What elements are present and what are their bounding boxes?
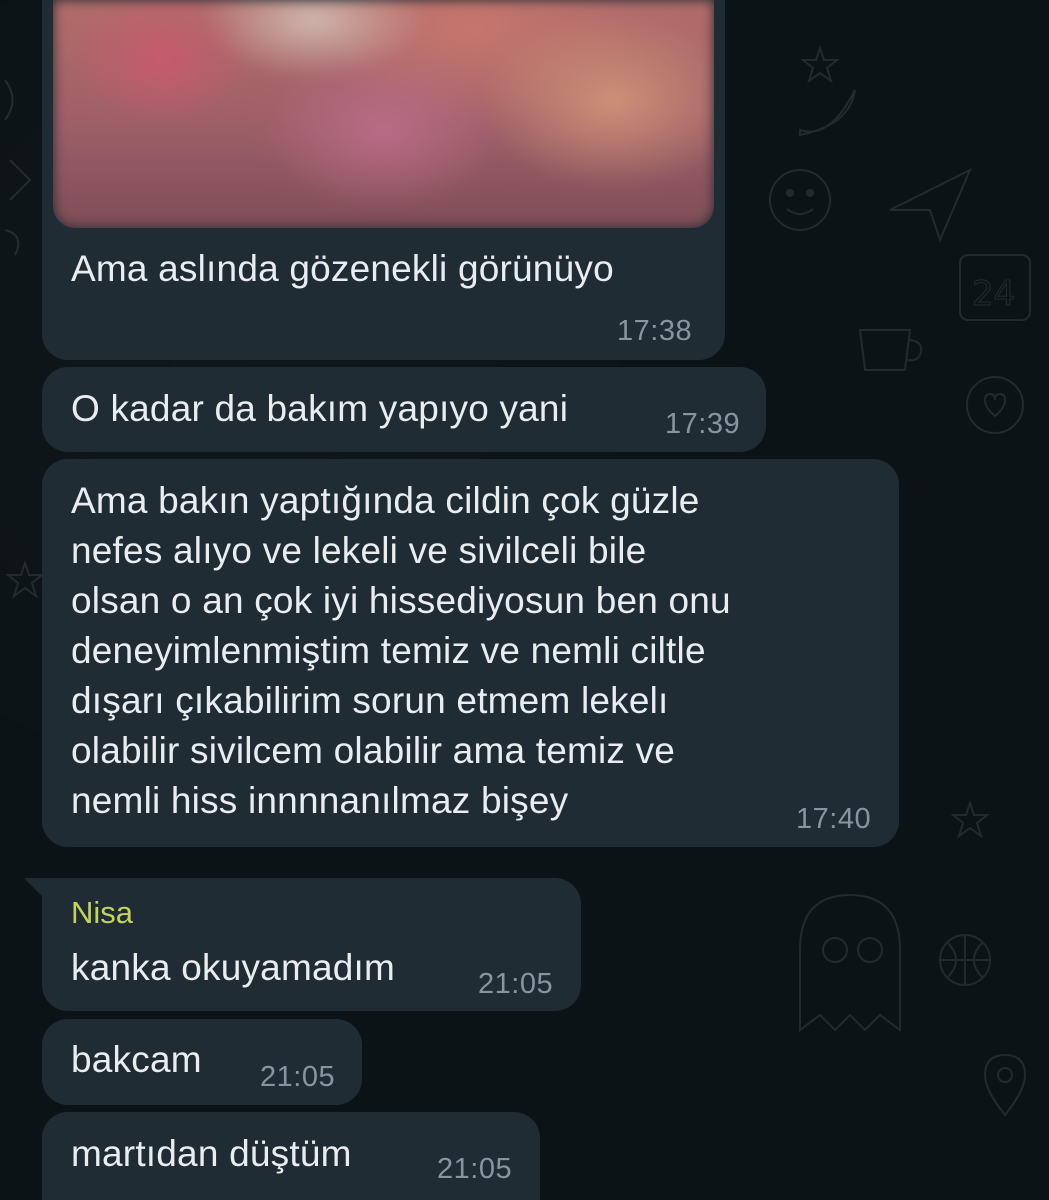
- svg-text:24: 24: [972, 274, 1015, 314]
- image-attachment[interactable]: [53, 0, 714, 228]
- doodle-pin-icon: [983, 1053, 1027, 1117]
- doodle-star-icon: [950, 800, 990, 839]
- message-text: Ama aslında gözenekli görünüyo: [71, 248, 614, 289]
- message-time: 17:38: [617, 315, 693, 347]
- doodle-heart-icon: [4, 79, 32, 256]
- message-time: 21:05: [478, 968, 554, 1000]
- message-time: 21:05: [260, 1061, 336, 1093]
- doodle-basketball-icon: [939, 934, 991, 986]
- doodle-heart-icon: [966, 376, 1024, 434]
- blurred-photo: [53, 0, 714, 228]
- message-text: Ama bakın yaptığında cildin çok güzle ne…: [71, 480, 731, 821]
- sender-name[interactable]: Nisa: [71, 895, 133, 931]
- message-text: martıdan düştüm: [71, 1133, 352, 1174]
- message-text: kanka okuyamadım: [71, 947, 396, 988]
- message-text: O kadar da bakım yapıyo yani: [71, 388, 569, 429]
- doodle-airplane-icon: [889, 167, 972, 243]
- message-time: 17:39: [665, 408, 741, 440]
- doodle-cup-icon: [858, 329, 923, 371]
- message-text: bakcam: [71, 1039, 202, 1080]
- message-time: 17:40: [796, 803, 872, 835]
- doodle-smiley-icon: [769, 169, 831, 231]
- doodle-banana-icon: [799, 89, 856, 137]
- doodle-calendar-icon: 24: [959, 254, 1031, 321]
- doodle-ghost-icon: [799, 893, 901, 1032]
- message-time: 21:05: [437, 1153, 513, 1185]
- doodle-star-icon: [5, 560, 45, 599]
